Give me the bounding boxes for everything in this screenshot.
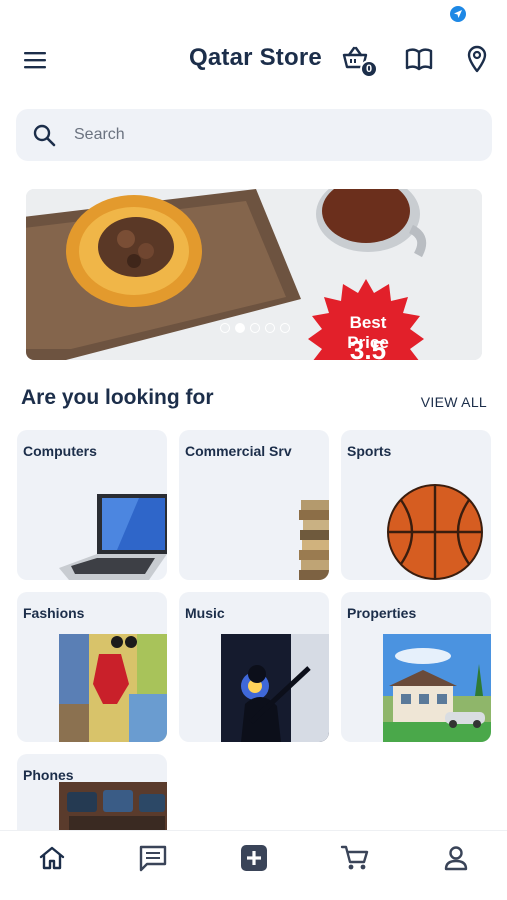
add-icon[interactable] [239,843,269,873]
section-title: Are you looking for [21,386,214,409]
category-card-music[interactable]: Music [179,592,329,742]
carousel-dot[interactable] [280,323,290,333]
cart-count-badge: 0 [360,60,378,78]
carousel-dot-active[interactable] [235,323,245,333]
categories-header: Are you looking for VIEW ALL [21,386,487,416]
carousel-dot[interactable] [220,323,230,333]
chat-icon[interactable] [138,843,168,873]
laptop-image [59,494,167,580]
promo-banner[interactable]: Best Price 3.5 [26,189,482,360]
location-pin-icon[interactable] [464,44,494,74]
category-card-sports[interactable]: Sports [341,430,491,580]
carousel-indicator[interactable] [220,323,290,333]
category-label: Phones [23,767,74,783]
category-card-computers[interactable]: Computers [17,430,167,580]
location-status-icon [450,6,466,22]
search-icon [32,123,56,147]
category-label: Properties [347,605,417,621]
basketball-image [387,484,483,580]
home-icon[interactable] [37,843,67,873]
price-value: 3.5 [349,335,387,360]
guitarist-image [221,634,329,742]
app-header: Qatar Store 0 [0,36,507,84]
category-label: Fashions [23,605,85,621]
category-label: Commercial Srv [185,443,292,459]
profile-icon[interactable] [441,843,471,873]
category-label: Sports [347,443,392,459]
view-all-link[interactable]: VIEW ALL [421,394,487,410]
category-label: Music [185,605,225,621]
category-card-commercial-srv[interactable]: Commercial Srv [179,430,329,580]
category-card-fashions[interactable]: Fashions [17,592,167,742]
cart-icon[interactable] [340,843,370,873]
category-card-properties[interactable]: Properties [341,592,491,742]
phones-image [59,782,167,830]
search-input[interactable] [74,109,474,161]
house-image [383,634,491,742]
catalog-book-icon[interactable] [404,44,434,74]
menu-icon[interactable] [22,48,48,72]
books-image [299,500,329,580]
carousel-dot[interactable] [250,323,260,333]
clothes-image [59,634,167,742]
category-label: Computers [23,443,97,459]
carousel-dot[interactable] [265,323,275,333]
page-title: Qatar Store [189,44,322,71]
search-bar[interactable] [16,109,492,161]
bottom-navigation [0,830,507,900]
